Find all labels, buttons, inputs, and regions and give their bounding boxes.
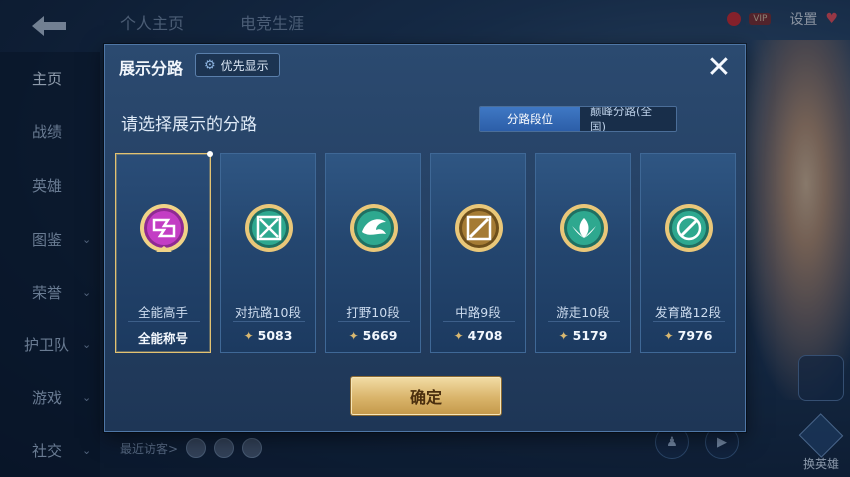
lane-card-points: ✦ 7976 <box>641 328 735 343</box>
points-icon: ✦ <box>558 328 569 343</box>
mid-lane-icon <box>455 204 503 252</box>
clash-lane-icon <box>245 204 293 252</box>
lane-card-name: 全能高手 <box>137 305 188 320</box>
confirm-button[interactable]: 确定 <box>351 377 501 415</box>
divider <box>548 321 620 322</box>
priority-display-button[interactable]: ⚙ 优先显示 <box>195 53 280 77</box>
lane-cards: 全能高手 全能称号 对抗路10段 ✦ 5083 打野10段 ✦ 5669 中路9… <box>115 151 737 353</box>
lane-card-roam[interactable]: 游走10段 ✦ 5179 <box>535 153 631 353</box>
toggle-peak-lane[interactable]: 巅峰分路(全国) <box>580 107 676 131</box>
gear-icon: ⚙ <box>204 57 216 73</box>
lane-card-mid-lane[interactable]: 中路9段 ✦ 4708 <box>430 153 526 353</box>
lane-card-name: 中路9段 <box>455 305 501 320</box>
lane-card-clash-lane[interactable]: 对抗路10段 ✦ 5083 <box>220 153 316 353</box>
all-round-icon <box>140 204 188 252</box>
lane-card-points: ✦ 4708 <box>431 328 525 343</box>
rank-type-toggle: 分路段位 巅峰分路(全国) <box>479 106 677 132</box>
divider <box>128 321 200 322</box>
divider <box>233 321 305 322</box>
dialog-header: 展示分路 ⚙ 优先显示 ✕ <box>105 45 745 91</box>
divider <box>338 321 410 322</box>
selected-indicator <box>207 151 213 157</box>
divider <box>653 321 725 322</box>
points-value: 5179 <box>572 328 608 343</box>
lane-display-dialog: 展示分路 ⚙ 优先显示 ✕ 请选择展示的分路 分路段位 巅峰分路(全国) 全能高… <box>104 44 746 432</box>
points-icon: ✦ <box>453 328 464 343</box>
lane-card-all-round[interactable]: 全能高手 全能称号 <box>115 151 213 353</box>
priority-display-label: 优先显示 <box>220 58 269 73</box>
lane-card-footer: 全能称号 <box>137 331 188 346</box>
lane-card-name: 对抗路10段 <box>235 305 301 320</box>
lane-card-points: ✦ 5083 <box>221 328 315 343</box>
jungle-icon <box>350 204 398 252</box>
divider <box>443 321 515 322</box>
roam-icon <box>560 204 608 252</box>
lane-card-name: 打野10段 <box>346 305 400 320</box>
points-value: 5669 <box>362 328 398 343</box>
points-icon: ✦ <box>348 328 359 343</box>
toggle-lane-rank[interactable]: 分路段位 <box>480 107 580 131</box>
dialog-subtitle: 请选择展示的分路 <box>121 115 257 135</box>
lane-card-points: ✦ 5179 <box>536 328 630 343</box>
points-icon: ✦ <box>663 328 674 343</box>
points-value: 4708 <box>467 328 503 343</box>
lane-card-name: 发育路12段 <box>655 305 721 320</box>
close-icon: ✕ <box>706 49 732 85</box>
lane-card-jungle[interactable]: 打野10段 ✦ 5669 <box>325 153 421 353</box>
points-value: 5083 <box>257 328 293 343</box>
close-button[interactable]: ✕ <box>701 49 737 85</box>
farm-lane-icon <box>665 204 713 252</box>
lane-card-name: 游走10段 <box>556 305 610 320</box>
points-value: 7976 <box>677 328 713 343</box>
dialog-title: 展示分路 <box>119 59 184 78</box>
points-icon: ✦ <box>243 328 254 343</box>
lane-card-farm-lane[interactable]: 发育路12段 ✦ 7976 <box>640 153 736 353</box>
lane-card-points: ✦ 5669 <box>326 328 420 343</box>
